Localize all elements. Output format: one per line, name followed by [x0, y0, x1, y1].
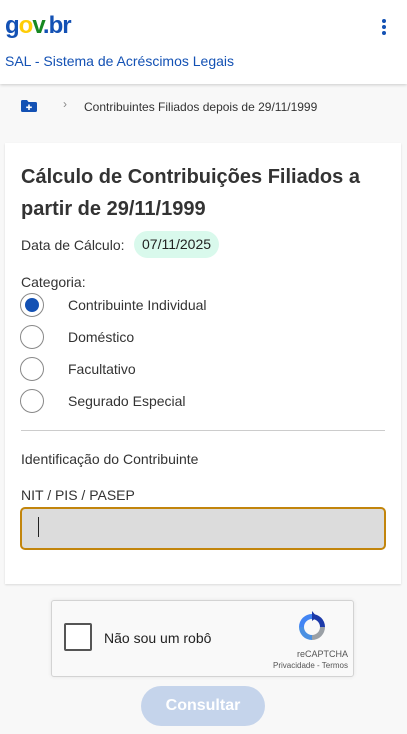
recaptcha-brand: reCAPTCHA [296, 649, 348, 659]
chevron-right-icon: › [63, 97, 67, 111]
calculation-date-label: Data de Cálculo: [21, 237, 125, 253]
breadcrumb-current: Contribuintes Filiados depois de 29/11/1… [84, 100, 318, 114]
text-caret [38, 517, 39, 537]
contributor-section-title: Identificação do Contribuinte [21, 451, 199, 467]
page-title: Cálculo de Contribuições Filiados a part… [21, 166, 360, 220]
radio-contribuinte-individual[interactable]: Contribuinte Individual [20, 293, 207, 317]
nit-label: NIT / PIS / PASEP [21, 487, 135, 503]
kebab-menu-icon [382, 31, 386, 35]
radio-label[interactable]: Doméstico [68, 329, 134, 345]
recaptcha-widget: Não sou um robô reCAPTCHA Privacidade - … [51, 600, 354, 677]
radio-circle[interactable] [20, 357, 44, 381]
recaptcha-checkbox[interactable] [64, 623, 92, 651]
radio-domestico[interactable]: Doméstico [20, 325, 134, 349]
radio-label[interactable]: Segurado Especial [68, 393, 186, 409]
recaptcha-logo-icon [299, 611, 325, 640]
category-label: Categoria: [21, 274, 86, 290]
radio-label[interactable]: Facultativo [68, 361, 136, 377]
govbr-logo[interactable]: gov.br [5, 12, 72, 40]
home-folder-icon[interactable] [21, 100, 37, 112]
kebab-menu-icon [382, 25, 386, 29]
recaptcha-label[interactable]: Não sou um robô [104, 630, 211, 646]
radio-circle[interactable] [20, 389, 44, 413]
logo-br: br [48, 12, 72, 39]
radio-label[interactable]: Contribuinte Individual [68, 297, 207, 313]
section-divider [21, 430, 385, 431]
radio-facultativo[interactable]: Facultativo [20, 357, 136, 381]
logo-letter-g: g [5, 12, 20, 39]
radio-circle[interactable] [20, 293, 44, 317]
kebab-menu-icon [382, 19, 386, 23]
recaptcha-privacy-terms-links[interactable]: Privacidade - Termos [248, 661, 348, 670]
radio-segurado-especial[interactable]: Segurado Especial [20, 389, 186, 413]
app-header: gov.br SAL - Sistema de Acréscimos Legai… [0, 0, 407, 84]
more-options-button[interactable] [376, 14, 394, 40]
system-title[interactable]: SAL - Sistema de Acréscimos Legais [5, 53, 234, 69]
calculation-form-card: Cálculo de Contribuições Filiados a part… [5, 143, 401, 584]
logo-letter-v: v [32, 12, 44, 39]
breadcrumb: › Contribuintes Filiados depois de 29/11… [0, 92, 407, 122]
calculation-date-badge: 07/11/2025 [134, 231, 220, 258]
consultar-button[interactable]: Consultar [141, 686, 265, 726]
logo-letter-o: o [18, 12, 34, 39]
radio-circle[interactable] [20, 325, 44, 349]
nit-pis-pasep-input[interactable] [20, 507, 386, 550]
